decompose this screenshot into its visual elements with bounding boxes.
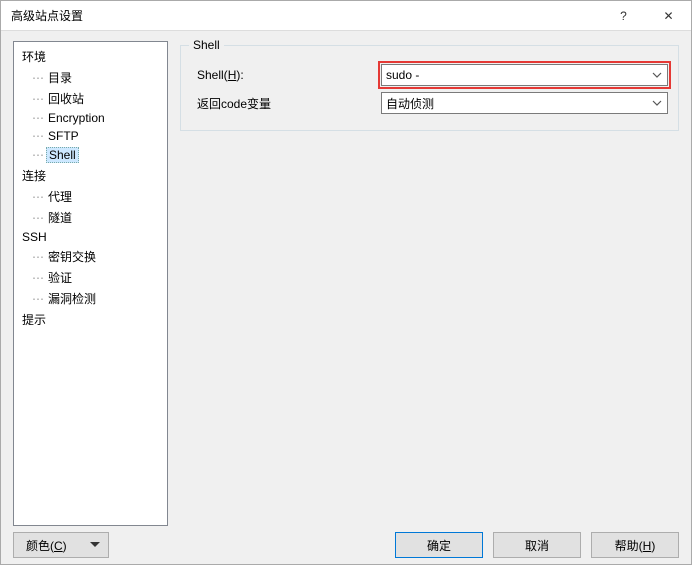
tree-group[interactable]: SSH: [14, 228, 167, 246]
settings-panel: Shell Shell(H): sudo - 返回code变量自动侦测: [180, 41, 679, 526]
chevron-down-icon: [651, 97, 663, 109]
field-label: Shell(H):: [191, 68, 381, 82]
cancel-button[interactable]: 取消: [493, 532, 581, 558]
titlebar: 高级站点设置 ? ✕: [1, 1, 691, 31]
category-tree[interactable]: 环境⋯目录⋯回收站⋯Encryption⋯SFTP⋯Shell连接⋯代理⋯隧道S…: [13, 41, 168, 526]
combobox[interactable]: 自动侦测: [381, 92, 668, 114]
tree-item[interactable]: ⋯漏洞检测: [14, 288, 167, 309]
close-button[interactable]: ✕: [646, 1, 691, 31]
form-row: 返回code变量自动侦测: [191, 92, 668, 114]
shell-groupbox: Shell Shell(H):sudo -返回code变量自动侦测: [180, 45, 679, 131]
tree-item[interactable]: ⋯隧道: [14, 207, 167, 228]
tree-item[interactable]: ⋯回收站: [14, 88, 167, 109]
dropdown-arrow-icon: [90, 542, 100, 548]
form-row: Shell(H): sudo -: [191, 64, 668, 86]
chevron-down-icon: [651, 69, 663, 81]
tree-item[interactable]: ⋯密钥交换: [14, 246, 167, 267]
tree-item[interactable]: ⋯代理: [14, 186, 167, 207]
groupbox-legend: Shell: [189, 38, 224, 52]
tree-item[interactable]: ⋯Encryption: [14, 109, 167, 127]
tree-item[interactable]: ⋯SFTP: [14, 127, 167, 145]
tree-group[interactable]: 连接: [14, 165, 167, 186]
help-button[interactable]: ?: [601, 1, 646, 31]
tree-item[interactable]: ⋯验证: [14, 267, 167, 288]
combobox-value: 自动侦测: [386, 95, 434, 112]
dialog-footer: 颜色(C) 确定 取消 帮助(H): [1, 526, 691, 564]
ok-button[interactable]: 确定: [395, 532, 483, 558]
help-dialog-button[interactable]: 帮助(H): [591, 532, 679, 558]
color-button[interactable]: 颜色(C): [13, 532, 109, 558]
tree-item[interactable]: ⋯Shell: [14, 145, 167, 165]
tree-group[interactable]: 提示: [14, 309, 167, 330]
tree-item[interactable]: ⋯目录: [14, 67, 167, 88]
tree-group[interactable]: 环境: [14, 46, 167, 67]
window-title: 高级站点设置: [11, 7, 601, 24]
content-area: 环境⋯目录⋯回收站⋯Encryption⋯SFTP⋯Shell连接⋯代理⋯隧道S…: [1, 31, 691, 526]
field-label: 返回code变量: [191, 95, 381, 112]
combobox[interactable]: sudo -: [381, 64, 668, 86]
combobox-value: sudo -: [386, 68, 419, 82]
